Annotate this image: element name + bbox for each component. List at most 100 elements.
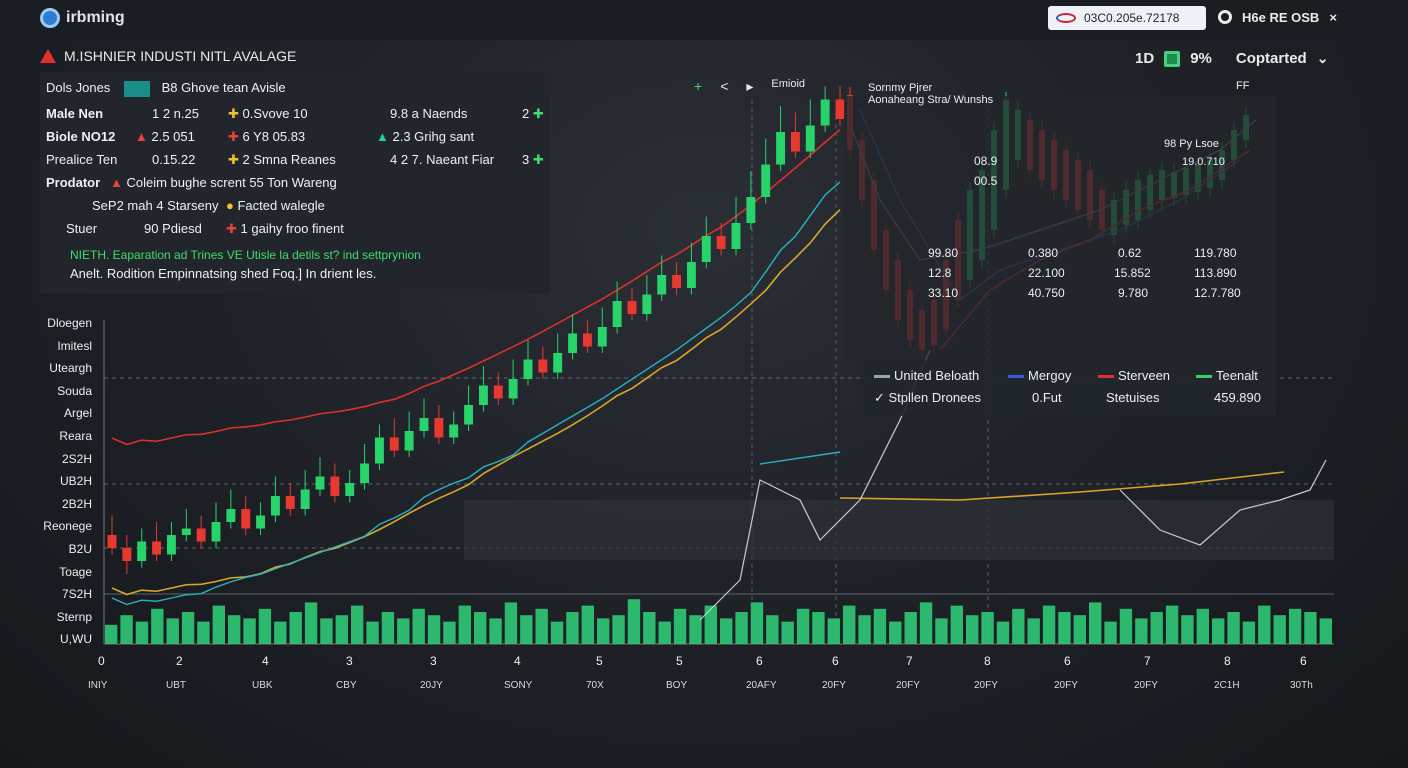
volume-bar <box>1258 605 1271 644</box>
x-tick-label: 5 <box>676 654 683 668</box>
candle-body <box>731 223 741 249</box>
overlay-inner2: 00.5 <box>974 174 998 188</box>
y-tick-label: Argel <box>63 406 92 421</box>
volume-bar <box>1165 605 1179 644</box>
candle-body <box>330 476 340 496</box>
volume-bar <box>935 618 948 644</box>
legend-item-2[interactable]: Sterveen <box>1098 368 1170 383</box>
x-sub-label: 20FY <box>822 680 846 691</box>
x-tick-label: 0 <box>98 654 105 668</box>
x-sub-label: 2C1H <box>1214 680 1240 691</box>
candle-body <box>493 385 503 399</box>
volume-bar <box>966 615 979 644</box>
volume-bar <box>720 618 733 644</box>
volume-bar <box>1119 608 1133 644</box>
candle-body <box>107 535 117 548</box>
candle-body <box>642 294 652 314</box>
volume-bar <box>550 621 564 644</box>
ov-c3-r0: 119.780 <box>1194 246 1237 260</box>
ov-c0-r0: 99.80 <box>928 246 959 260</box>
y-tick-label: Souda <box>57 383 92 398</box>
x-tick-label: 6 <box>1064 654 1071 668</box>
x-sub-label: 20FY <box>1054 680 1078 691</box>
candle-body <box>404 431 414 451</box>
volume-bar <box>197 621 210 644</box>
y-tick-label: Reara <box>59 429 92 443</box>
volume-bar <box>1012 608 1025 644</box>
legend-row2-label: Stpllen Dronees <box>888 390 982 405</box>
x-tick-label: 5 <box>596 654 603 668</box>
candle-body <box>360 463 370 483</box>
volume-bar <box>612 615 625 644</box>
volume-bar <box>443 621 456 644</box>
candle-body <box>270 496 280 516</box>
x-tick-label: 4 <box>514 654 521 668</box>
volume-bar <box>381 612 395 644</box>
volume-bar <box>566 612 579 644</box>
volume-bar <box>397 618 410 644</box>
x-sub-label: UBK <box>252 680 273 691</box>
volume-bar <box>474 612 487 644</box>
candle-body <box>761 164 771 197</box>
candle-body <box>508 379 518 399</box>
x-sub-label: 70X <box>586 680 604 691</box>
volume-bar <box>1042 605 1056 644</box>
x-sub-label: 20JY <box>420 680 443 691</box>
candle-body <box>137 541 147 561</box>
volume-bar <box>889 621 902 644</box>
volume-bar <box>1089 602 1102 644</box>
shade-band <box>464 500 1334 560</box>
x-sub-label: 20AFY <box>746 680 777 691</box>
candle-body <box>285 496 295 509</box>
volume-bar <box>704 605 717 644</box>
candle-body <box>434 418 444 438</box>
volume-bar <box>996 621 1010 644</box>
candle-body <box>345 483 355 496</box>
check-icon: ✓ <box>874 390 889 405</box>
volume-bar <box>673 608 687 644</box>
volume-bar <box>858 615 871 644</box>
volume-bar <box>228 615 241 644</box>
volume-bar <box>1181 615 1194 644</box>
volume-bar <box>1027 618 1040 644</box>
legend-item-0[interactable]: United Beloath <box>874 368 979 383</box>
x-tick-label: 6 <box>756 654 763 668</box>
y-tick-label: U,WU <box>60 632 92 647</box>
legend-item-1[interactable]: Mergoy <box>1008 368 1071 383</box>
legend-row2-v1: 0.Fut <box>1032 390 1062 405</box>
ov-c1-r2: 40.750 <box>1028 286 1065 300</box>
volume-bar <box>627 599 641 644</box>
volume-bar <box>489 618 502 644</box>
candle-body <box>389 437 399 451</box>
candle-body <box>597 327 607 347</box>
candle-body <box>464 405 474 425</box>
volume-bar <box>1212 618 1225 644</box>
candle-body <box>716 236 726 249</box>
volume-bar <box>827 618 840 644</box>
legend-item-3[interactable]: Teenalt <box>1196 368 1258 383</box>
candle-body <box>315 476 325 490</box>
overlay-right2: 19.0.710 <box>1182 156 1225 168</box>
x-tick-label: 6 <box>1300 654 1307 668</box>
y-tick-label: B2U <box>68 542 92 556</box>
ov-c2-r1: 15.852 <box>1114 266 1151 280</box>
volume-bar <box>120 615 133 644</box>
x-sub-label: CBY <box>336 680 357 691</box>
volume-bar <box>1073 615 1086 644</box>
candle-body <box>686 262 696 288</box>
x-tick-label: 2 <box>176 654 183 668</box>
y-tick-label: Dloegen <box>47 316 92 330</box>
candle-body <box>582 333 592 347</box>
candle-body <box>211 522 221 542</box>
volume-bar <box>766 615 779 644</box>
candle-body <box>820 99 830 126</box>
candle-body <box>805 125 815 152</box>
candle-body <box>419 418 429 431</box>
volume-bar <box>274 621 287 644</box>
candle-body <box>449 424 459 438</box>
y-tick-label: 7S2H <box>61 587 92 602</box>
ov-c3-r1: 113.890 <box>1194 266 1237 280</box>
volume-bar <box>1273 615 1286 644</box>
overlay-panel: Sornmy Pjrer Aonaheang Stra/ Wunshs 08.9… <box>844 80 1276 362</box>
y-tick-label: Sternp <box>56 609 92 624</box>
